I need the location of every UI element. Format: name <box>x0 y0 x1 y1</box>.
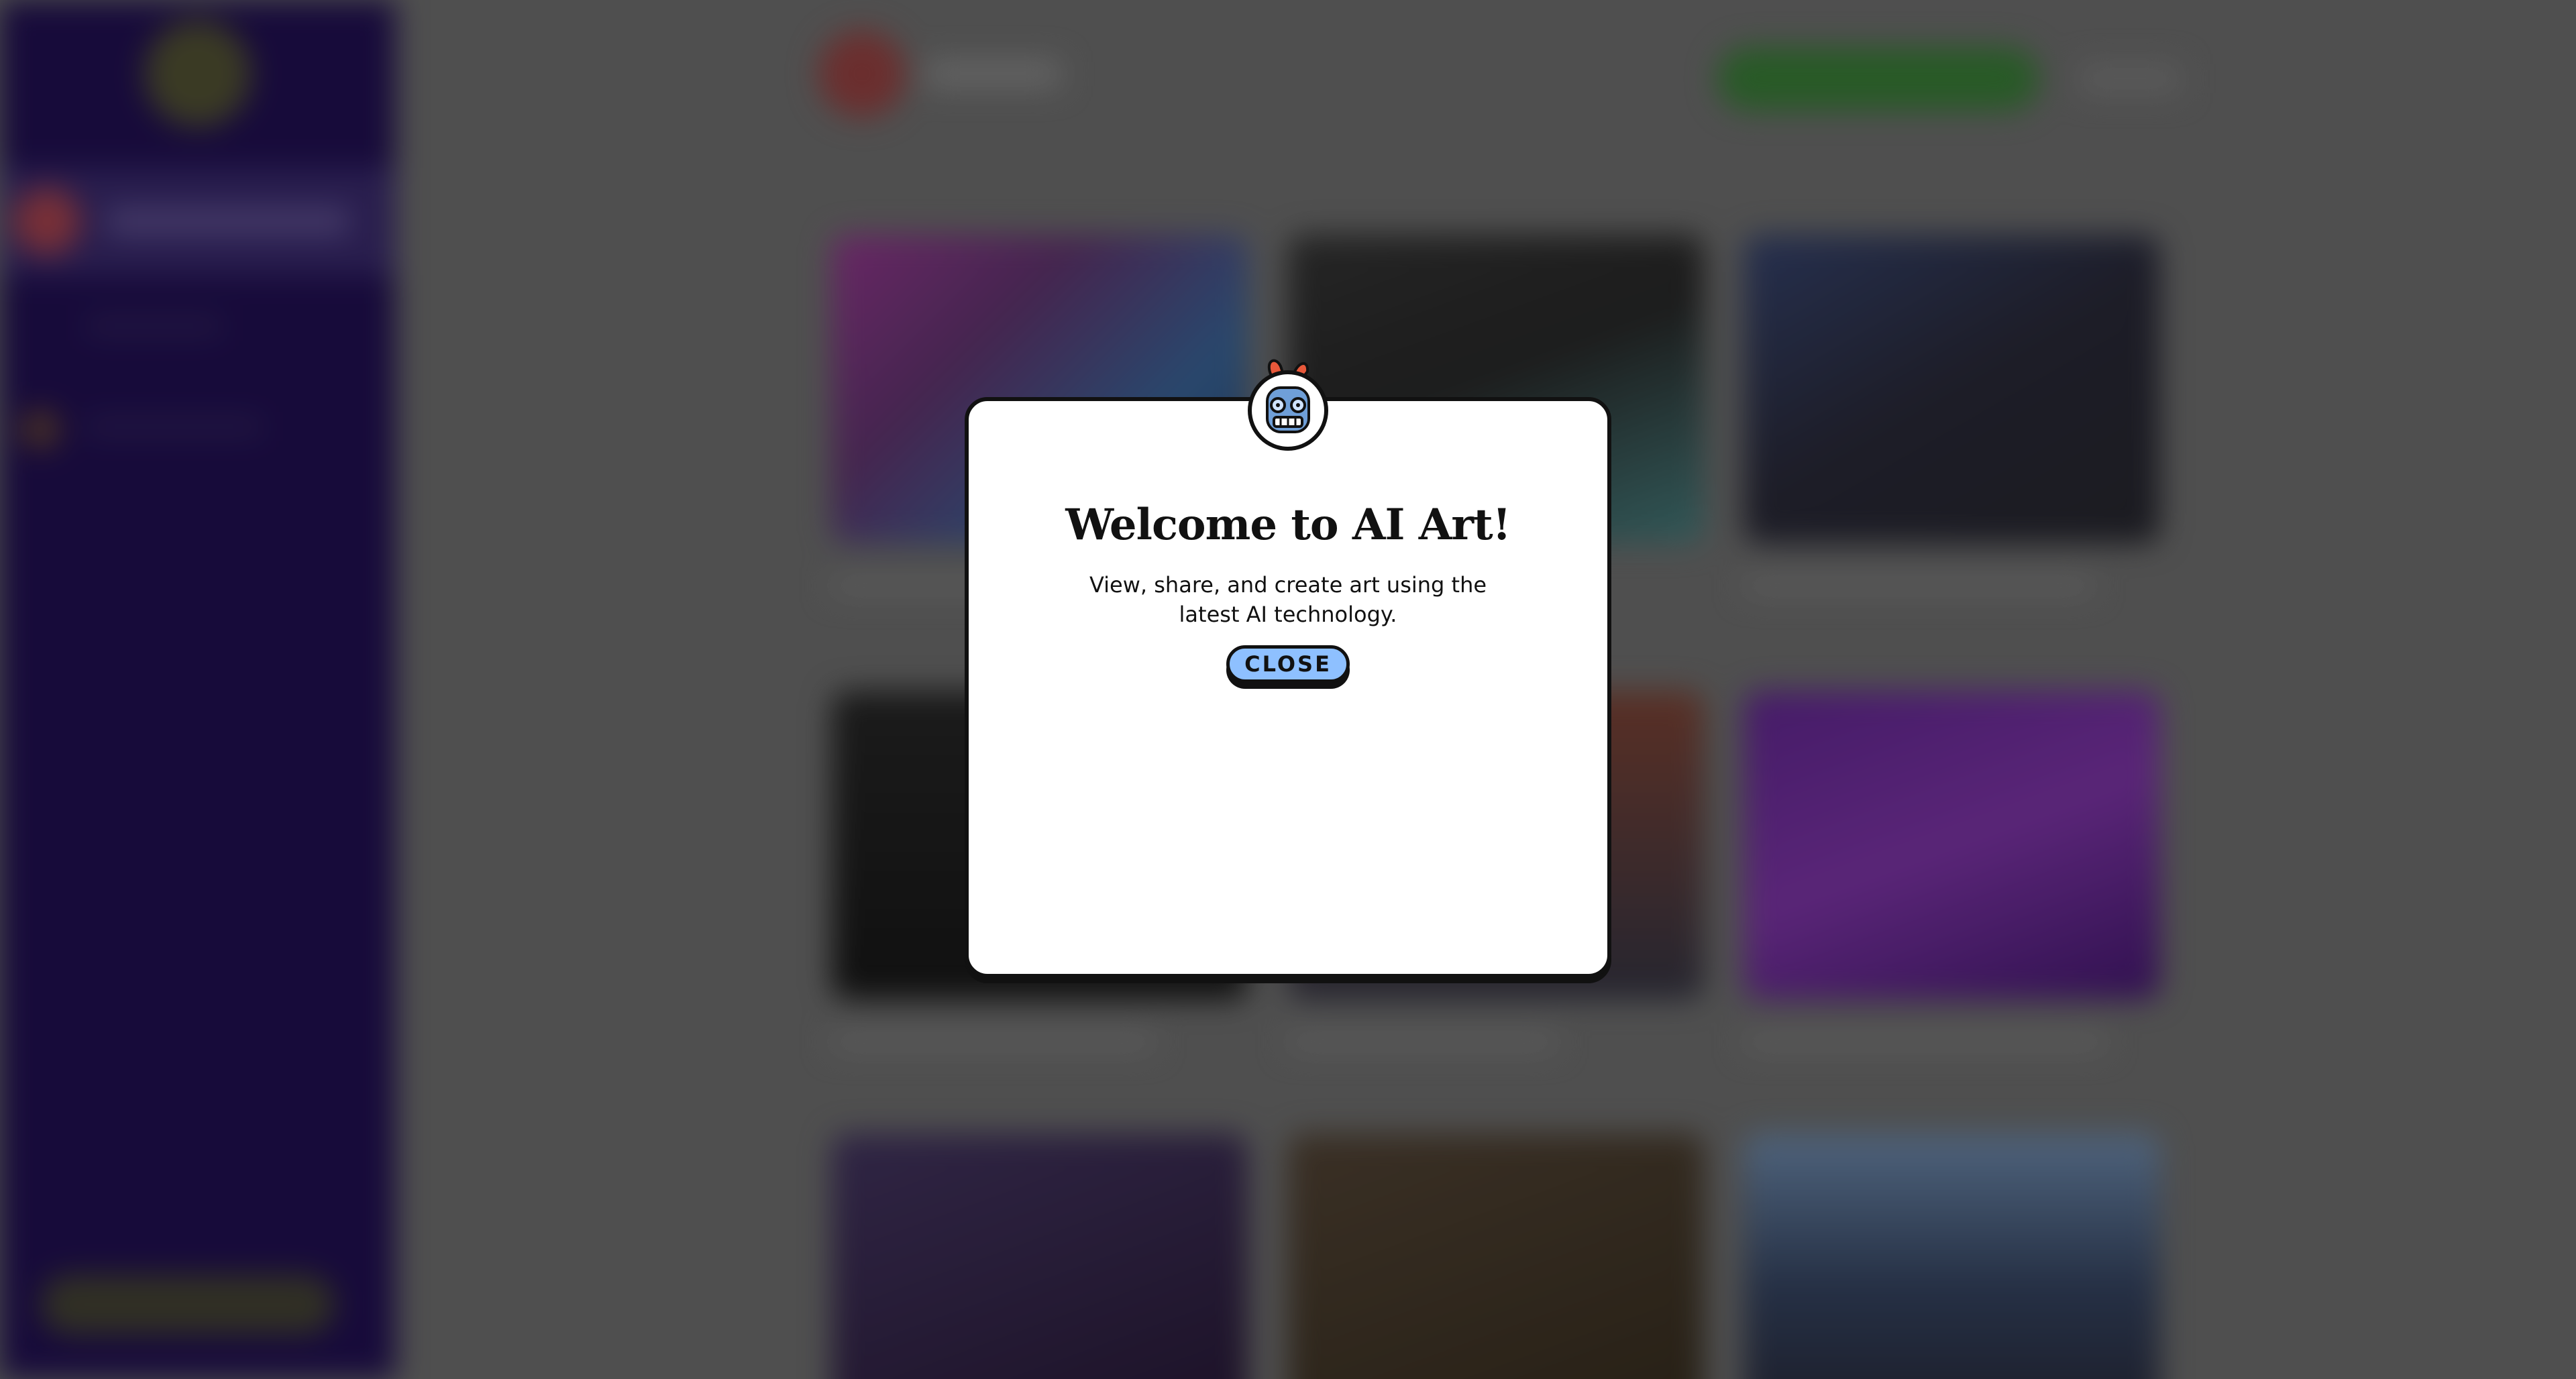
close-button[interactable]: CLOSE <box>1226 645 1350 683</box>
app-root: Welcome to AI Art! View, share, and crea… <box>0 0 2576 1379</box>
robot-mascot-icon <box>1248 359 1328 451</box>
modal-title: Welcome to AI Art! <box>1065 500 1511 550</box>
welcome-modal: Welcome to AI Art! View, share, and crea… <box>965 397 1611 978</box>
modal-description: View, share, and create art using the la… <box>1089 572 1487 627</box>
